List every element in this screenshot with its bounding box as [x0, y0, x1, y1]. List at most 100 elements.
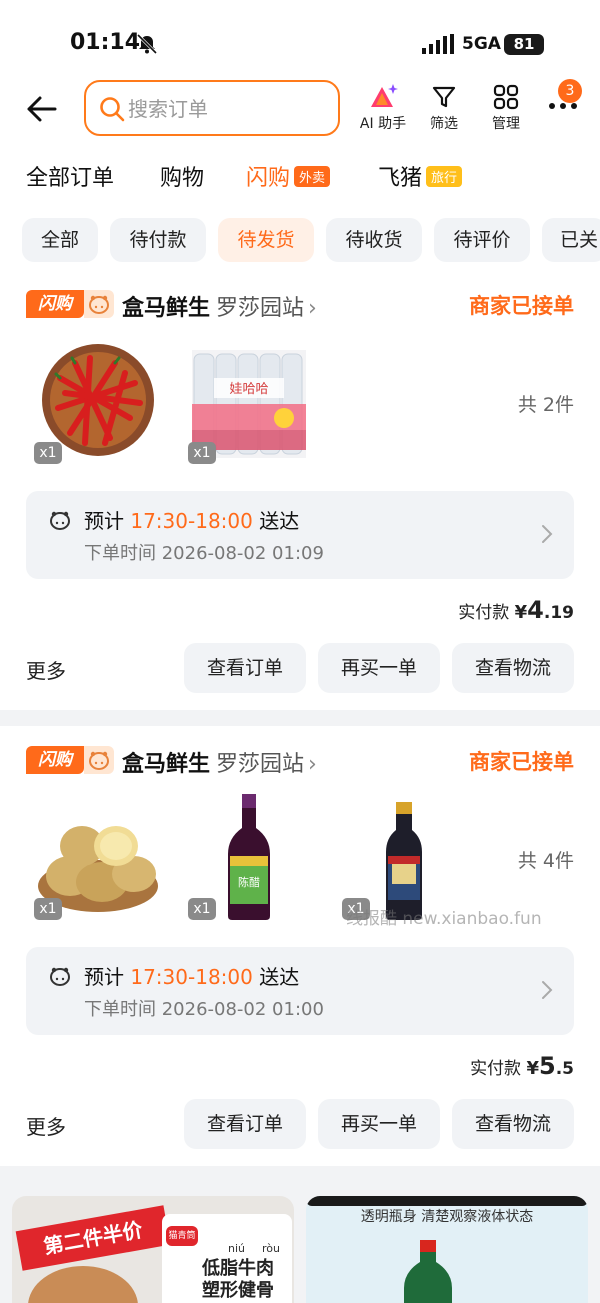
beef-package: 猫青筒 niú ròu 低脂牛肉 塑形健骨	[162, 1214, 292, 1303]
amount-paid: 实付款 ¥5.5	[470, 1052, 574, 1080]
network-type: 5GA	[462, 34, 501, 54]
order-card: 闪购 盒马鲜生 罗莎园站 › 商家已接单 x1 娃哈哈 x1 共 2件 预计 1…	[0, 270, 600, 710]
more-link[interactable]: 更多	[26, 1111, 66, 1140]
status-time: 01:14	[70, 30, 141, 55]
paid-currency: ¥	[526, 1058, 539, 1079]
eta-time: 17:30-18:00	[130, 509, 253, 533]
orders-page: 01:14 5GA 81 搜索订单 AI 助手 筛选 管理 3 全部订单 购物 …	[0, 0, 600, 1303]
product-thumb-chili[interactable]: x1	[30, 338, 160, 468]
store-name: 盒马鲜生 罗莎园站 ›	[122, 290, 317, 322]
flash-buy-badge: 闪购	[26, 746, 84, 774]
paid-integer: 4	[527, 596, 544, 624]
promo-banner-beef[interactable]: 第二件半价 猫青筒 niú ròu 低脂牛肉 塑形健骨	[12, 1196, 294, 1303]
back-arrow-icon[interactable]	[24, 92, 58, 126]
pinyin-niu: niú	[228, 1242, 245, 1255]
view-logistics-button[interactable]: 查看物流	[452, 643, 574, 693]
tab-fliggy[interactable]: 飞猪 旅行	[378, 160, 463, 192]
brand-logo: 猫青筒	[166, 1226, 198, 1246]
hippo-icon	[50, 967, 70, 986]
view-order-button[interactable]: 查看订单	[184, 1099, 306, 1149]
tab-label: 购物	[160, 166, 205, 191]
store-location: 罗莎园站	[216, 296, 305, 321]
product-thumb-vinegar[interactable]: 陈醋 x1	[184, 794, 314, 924]
chip-pending-payment[interactable]: 待付款	[110, 218, 206, 262]
search-input[interactable]	[128, 92, 328, 126]
tab-tag: 外卖	[294, 166, 331, 187]
ai-assistant-label: AI 助手	[359, 116, 407, 132]
search-box[interactable]	[84, 80, 340, 136]
manage-button[interactable]: 管理	[474, 84, 538, 136]
product-thumb-potatoes[interactable]: x1	[30, 794, 160, 924]
view-order-button[interactable]: 查看订单	[184, 643, 306, 693]
battery-level: 81	[504, 34, 544, 55]
watermark: 线报酷 new.xianbao.fun	[346, 909, 542, 929]
notification-badge: 3	[558, 79, 582, 103]
hippo-icon	[50, 511, 70, 530]
chevron-right-icon	[542, 981, 553, 999]
item-qty: x1	[188, 898, 216, 920]
store-name: 盒马鲜生 罗莎园站 ›	[122, 746, 317, 778]
paid-decimal: .19	[543, 603, 574, 623]
tab-flash-buy[interactable]: 闪购 外卖	[246, 160, 331, 192]
item-qty: x1	[34, 442, 62, 464]
amount-paid: 实付款 ¥4.19	[458, 596, 574, 624]
chip-pending-review[interactable]: 待评价	[434, 218, 530, 262]
view-logistics-button[interactable]: 查看物流	[452, 1099, 574, 1149]
buy-again-button[interactable]: 再买一单	[318, 1099, 440, 1149]
paid-decimal: .5	[555, 1059, 574, 1079]
buy-again-button[interactable]: 再买一单	[318, 643, 440, 693]
eta-text: 预计 17:30-18:00 送达	[84, 505, 299, 534]
bell-slash-icon	[136, 34, 158, 54]
filter-button[interactable]: 筛选	[412, 84, 476, 136]
order-time: 下单时间 2026-08-02 01:00	[84, 999, 324, 1020]
cake-image	[28, 1266, 138, 1303]
search-icon	[100, 97, 125, 122]
tab-label: 飞猪	[378, 166, 423, 191]
banner-subtitle: 透明瓶身 清楚观察液体状态	[360, 1209, 534, 1225]
signal-icon	[422, 34, 454, 54]
order-time: 下单时间 2026-08-02 01:09	[84, 543, 324, 564]
half-price-ribbon: 第二件半价	[15, 1205, 171, 1271]
chip-closed[interactable]: 已关	[542, 218, 600, 262]
more-link[interactable]: 更多	[26, 655, 66, 684]
top-area: 01:14 5GA 81 搜索订单 AI 助手 筛选 管理 3 全部订单 购物 …	[0, 0, 600, 270]
chip-all[interactable]: 全部	[22, 218, 98, 262]
item-count: 共 2件	[517, 394, 574, 416]
chip-pending-shipment[interactable]: 待发货	[218, 218, 314, 262]
tab-label: 全部订单	[26, 166, 115, 191]
eta-suffix: 送达	[259, 509, 300, 533]
tab-all-orders[interactable]: 全部订单	[26, 160, 114, 192]
delivery-info[interactable]: 预计 17:30-18:00 送达 下单时间 2026-08-02 01:00	[26, 947, 574, 1035]
eta-prefix: 预计	[84, 965, 124, 989]
promo-banner-bottle[interactable]: 透明瓶身 清楚观察液体状态	[306, 1196, 588, 1303]
order-status: 商家已接单	[469, 294, 574, 318]
order-card: 闪购 盒马鲜生 罗莎园站 › 商家已接单 x1 陈醋 x1 x1 共 4件 预计…	[0, 726, 600, 1166]
tab-label: 闪购	[246, 166, 291, 191]
delivery-info[interactable]: 预计 17:30-18:00 送达 下单时间 2026-08-02 01:09	[26, 491, 574, 579]
ai-assistant-button[interactable]: AI 助手	[351, 84, 415, 136]
beef-product-text: 低脂牛肉 塑形健骨	[202, 1258, 274, 1301]
store-location: 罗莎园站	[216, 752, 305, 777]
item-count: 共 4件	[517, 850, 574, 872]
order-status: 商家已接单	[469, 750, 574, 774]
item-qty: x1	[188, 442, 216, 464]
chevron-right-icon	[542, 525, 553, 543]
product-thumb-water[interactable]: 娃哈哈 x1	[184, 338, 314, 468]
chip-pending-receipt[interactable]: 待收货	[326, 218, 422, 262]
hippo-icon	[84, 290, 114, 318]
paid-label: 实付款	[470, 1059, 522, 1079]
tab-shopping[interactable]: 购物	[160, 160, 204, 192]
eta-suffix: 送达	[259, 965, 300, 989]
green-bottle-image	[404, 1240, 452, 1303]
status-bar: 01:14 5GA 81	[0, 26, 600, 66]
paid-integer: 5	[539, 1052, 556, 1080]
ai-sparkle-icon	[371, 84, 398, 107]
flash-buy-badge: 闪购	[26, 290, 84, 318]
item-qty: x1	[34, 898, 62, 920]
eta-text: 预计 17:30-18:00 送达	[84, 961, 299, 990]
store-title: 盒马鲜生	[122, 296, 211, 321]
store-title: 盒马鲜生	[122, 752, 211, 777]
svg-text:娃哈哈: 娃哈哈	[229, 382, 268, 397]
paid-currency: ¥	[514, 602, 528, 623]
manage-label: 管理	[492, 116, 520, 132]
